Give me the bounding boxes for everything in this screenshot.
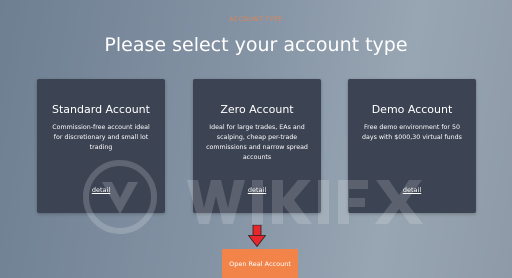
account-card-description: Ideal for large trades, EAs and scalping…	[206, 124, 308, 161]
account-card-description: Free demo environment for 50 days with $…	[362, 124, 462, 141]
detail-link-zero[interactable]: detail	[193, 186, 321, 194]
detail-link-text[interactable]: detail	[403, 186, 421, 194]
page-title: Please select your account type	[104, 34, 408, 56]
detail-link-text[interactable]: detail	[248, 186, 266, 194]
detail-link-standard[interactable]: detail	[37, 186, 165, 194]
detail-link-demo[interactable]: detail	[348, 186, 476, 194]
account-card-title: Demo Account	[371, 103, 453, 116]
eyebrow-label: ACCOUNT TYPE	[229, 16, 283, 23]
open-real-account-button[interactable]: Open Real Account	[222, 249, 298, 278]
account-card-title: Standard Account	[52, 103, 150, 116]
watermark-wordmark	[187, 180, 423, 224]
account-card-title: Zero Account	[220, 103, 294, 116]
account-card-description: Commission-free account ideal for discre…	[52, 124, 150, 151]
watermark-logo-icon	[83, 160, 157, 234]
red-down-arrow-icon	[248, 225, 266, 247]
detail-link-text[interactable]: detail	[92, 186, 110, 194]
